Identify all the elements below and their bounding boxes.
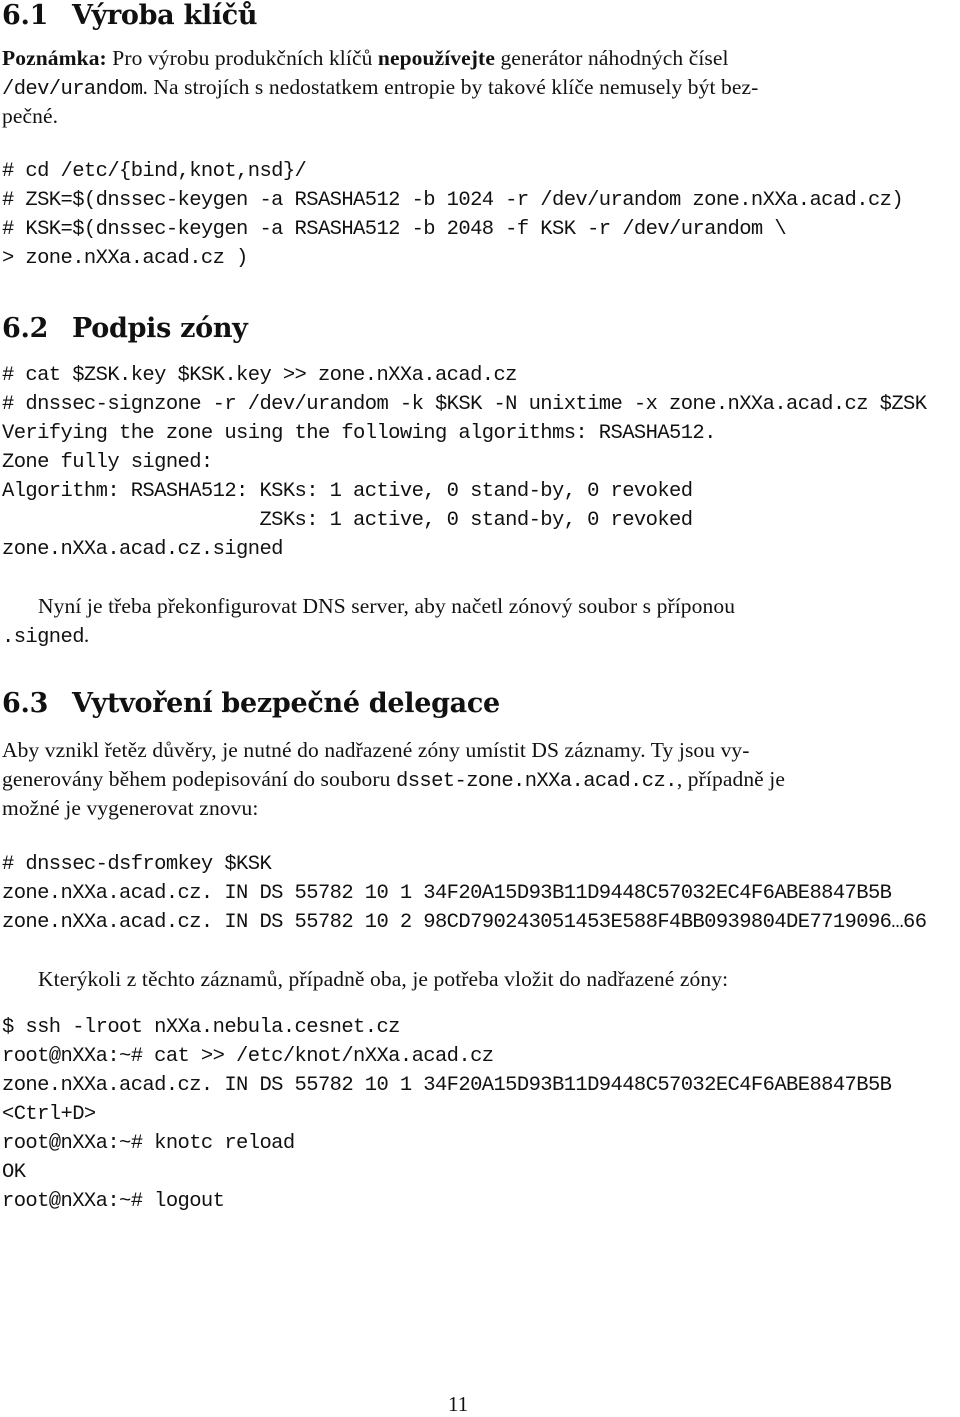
paragraph-text: generovány během podepisování do souboru [2, 767, 396, 791]
note-text: Pro výrobu produkčních klíčů [106, 46, 378, 70]
section-number: 6.3 [2, 688, 49, 719]
code-line: root@nXXa:~# knotc reload [2, 1132, 295, 1155]
section-number: 6.1 [2, 0, 49, 31]
code-line: zone.nXXa.acad.cz. IN DS 55782 10 2 98CD… [2, 911, 927, 934]
note-label: Poznámka: [2, 46, 107, 70]
code-line: zone.nXXa.acad.cz.signed [2, 538, 283, 561]
code-line: $ ssh -lroot nXXa.nebula.cesnet.cz [2, 1016, 400, 1039]
section-title: Podpis zóny [72, 313, 248, 344]
code-line: ZSKs: 1 active, 0 stand-by, 0 revoked [2, 509, 693, 532]
note-paragraph-line-2: /dev/urandom. Na strojích s nedostatkem … [2, 75, 758, 101]
code-line: <Ctrl+D> [2, 1103, 96, 1126]
page-number: 11 [448, 1392, 469, 1416]
paragraph-line: Aby vznikl řetěz důvěry, je nutné do nad… [2, 738, 750, 762]
section-heading-6-3: 6.3 Vytvoření bezpečné delegace [2, 688, 500, 719]
code-line: # dnssec-signzone -r /dev/urandom -k $KS… [2, 393, 927, 416]
code-line: > zone.nXXa.acad.cz ) [2, 247, 248, 270]
paragraph-line: Nyní je třeba překonfigurovat DNS server… [38, 594, 736, 618]
code-line: zone.nXXa.acad.cz. IN DS 55782 10 1 34F2… [2, 1074, 892, 1097]
inline-code: /dev/urandom [2, 78, 143, 101]
section-title: Vytvoření bezpečné delegace [72, 688, 500, 719]
code-line: Verifying the zone using the following a… [2, 422, 716, 445]
code-line: zone.nXXa.acad.cz. IN DS 55782 10 1 34F2… [2, 882, 892, 905]
code-line: Algorithm: RSASHA512: KSKs: 1 active, 0 … [2, 480, 693, 503]
note-text: generátor náhodných čísel [494, 46, 729, 70]
note-paragraph-line-3: pečné. [2, 104, 59, 128]
inline-code: .signed [2, 626, 85, 649]
code-line: # cd /etc/{bind,knot,nsd}/ [2, 160, 307, 183]
section-heading-6-2: 6.2 Podpis zóny [2, 313, 248, 344]
paragraph-line: Kterýkoli z těchto záznamů, případně oba… [38, 967, 729, 991]
note-paragraph-line-1: Poznámka: Pro výrobu produkčních klíčů n… [2, 46, 729, 71]
note-text: . Na strojích s nedostatkem entropie by … [142, 75, 759, 99]
code-line: OK [2, 1161, 26, 1184]
section-number: 6.2 [2, 313, 49, 344]
code-line: root@nXXa:~# cat >> /etc/knot/nXXa.acad.… [2, 1045, 494, 1068]
paragraph-text: . [83, 623, 90, 647]
code-line: # KSK=$(dnssec-keygen -a RSASHA512 -b 20… [2, 218, 787, 241]
paragraph-line: generovány během podepisování do souboru… [2, 767, 785, 793]
paragraph-text: , případně je [676, 767, 786, 791]
code-line: Zone fully signed: [2, 451, 213, 474]
code-line: # ZSK=$(dnssec-keygen -a RSASHA512 -b 10… [2, 189, 904, 212]
section-heading-6-1: 6.1 Výroba klíčů [2, 0, 258, 31]
paragraph-line: .signed. [2, 623, 89, 649]
code-line: # dnssec-dsfromkey $KSK [2, 853, 272, 876]
inline-code: dsset-zone.nXXa.acad.cz. [396, 770, 677, 793]
code-line: # cat $ZSK.key $KSK.key >> zone.nXXa.aca… [2, 364, 517, 387]
paragraph-line: možné je vygenerovat znovu: [2, 796, 259, 820]
section-title: Výroba klíčů [72, 0, 258, 31]
code-line: root@nXXa:~# logout [2, 1190, 225, 1213]
note-emphasis: nepoužívejte [377, 46, 495, 70]
